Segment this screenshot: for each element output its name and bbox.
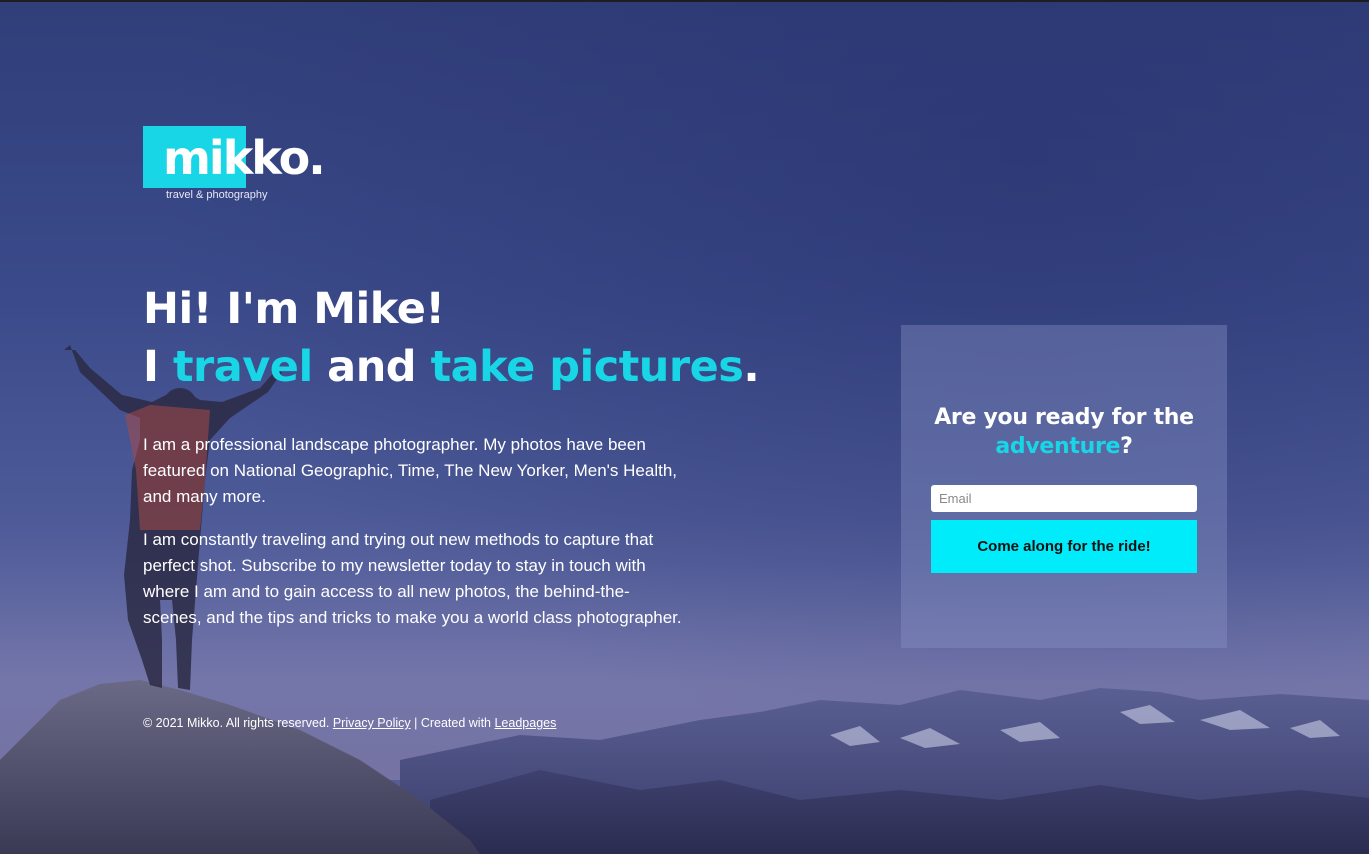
hero-line-2-text-3: . xyxy=(743,342,760,392)
privacy-policy-link[interactable]: Privacy Policy xyxy=(333,716,411,730)
copyright-text: © 2021 Mikko. All rights reserved. xyxy=(143,716,333,730)
bio-paragraph-2: I am constantly traveling and trying out… xyxy=(143,530,682,627)
hero-line-1: Hi! I'm Mike! xyxy=(143,284,445,334)
hero-headline: Hi! I'm Mike! I travel and take pictures… xyxy=(143,280,763,396)
bio-section: I am a professional landscape photograph… xyxy=(143,432,688,648)
newsletter-signup-card: Are you ready for the adventure? Come al… xyxy=(901,325,1227,648)
brand-logo: mikko. travel & photography xyxy=(143,126,343,206)
footer: © 2021 Mikko. All rights reserved. Priva… xyxy=(143,716,556,730)
signup-title-text-1: Are you ready for the xyxy=(934,405,1194,430)
logo-wordmark: mikko. xyxy=(163,131,326,185)
signup-title: Are you ready for the adventure? xyxy=(901,403,1227,461)
landing-page: mikko. travel & photography Hi! I'm Mike… xyxy=(0,0,1369,854)
signup-title-text-2: ? xyxy=(1120,434,1133,459)
logo-tagline: travel & photography xyxy=(166,189,268,201)
hero-accent-travel: travel xyxy=(172,342,313,392)
hero-accent-pictures: take pictures xyxy=(430,342,744,392)
signup-title-accent: adventure xyxy=(995,434,1121,459)
hero-line-2-text-2: and xyxy=(312,342,431,392)
bio-paragraph-1: I am a professional landscape photograph… xyxy=(143,435,678,506)
leadpages-link[interactable]: Leadpages xyxy=(494,716,556,730)
hero-line-2: I travel and take pictures. xyxy=(143,338,763,396)
hero-line-2-text-1: I xyxy=(143,342,173,392)
email-input[interactable] xyxy=(931,485,1197,512)
footer-separator-text: | Created with xyxy=(410,716,495,730)
subscribe-button[interactable]: Come along for the ride! xyxy=(931,520,1197,573)
